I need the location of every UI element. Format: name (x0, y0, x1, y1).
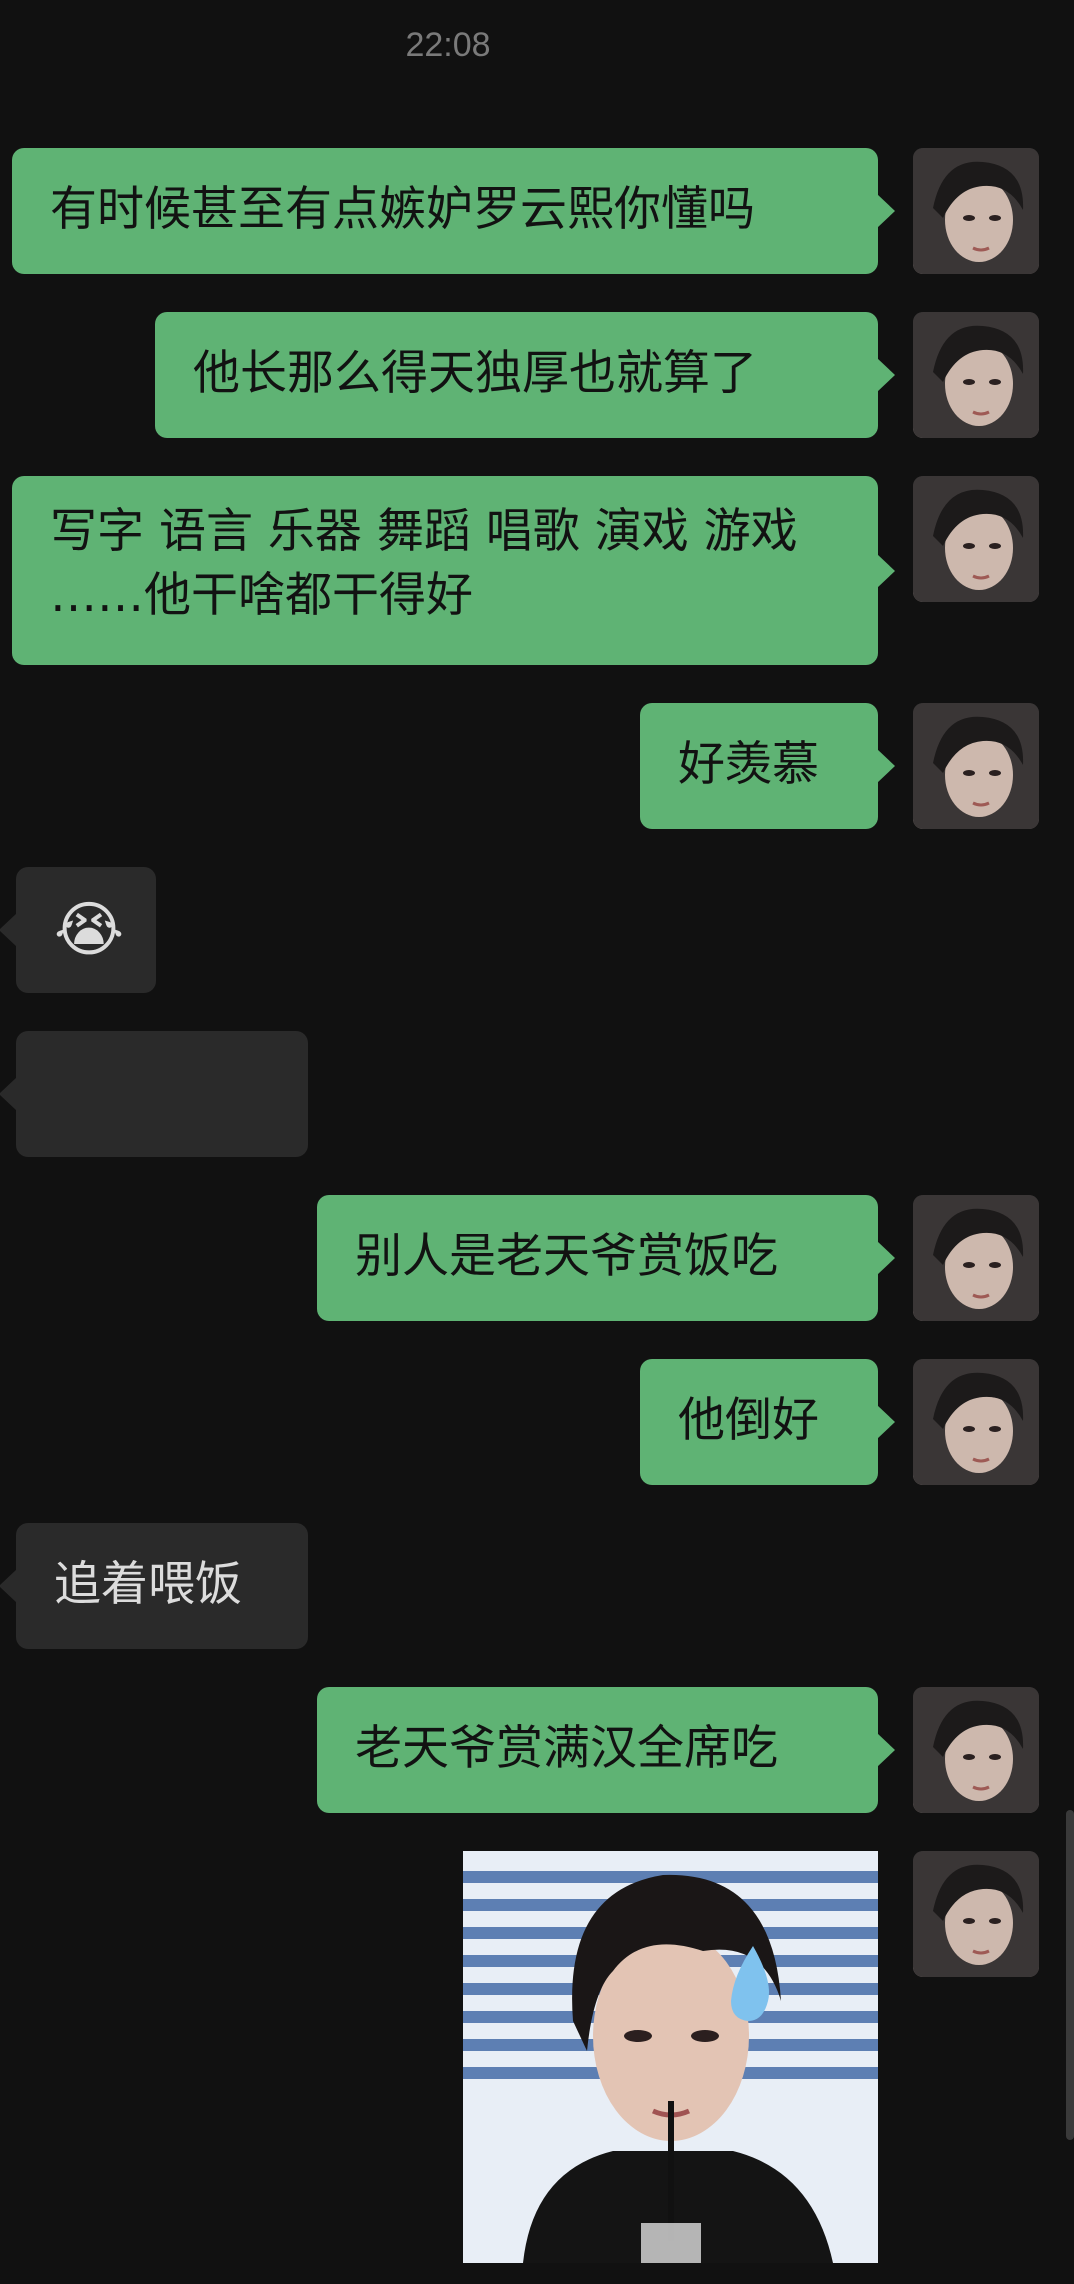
avatar-icon (913, 1359, 1039, 1485)
avatar-icon (913, 148, 1039, 274)
avatar-icon (913, 703, 1039, 829)
incoming-message-bubble[interactable]: 😭 (0, 867, 156, 993)
outgoing-message-bubble[interactable]: 写字 语言 乐器 舞蹈 唱歌 演戏 游戏 ……他干啥都干得好 (12, 476, 895, 665)
sender-avatar[interactable] (913, 1687, 1039, 1813)
sender-avatar[interactable] (913, 703, 1039, 829)
avatar-icon (913, 476, 1039, 602)
sender-avatar[interactable] (913, 476, 1039, 602)
outgoing-message-bubble[interactable]: 别人是老天爷赏饭吃 (317, 1195, 895, 1321)
outgoing-message-bubble[interactable]: 好羡慕 (640, 703, 895, 829)
avatar-icon (913, 1687, 1039, 1813)
crying-face-icon: 😭 (54, 895, 125, 965)
message-text: 他长那么得天独厚也就算了 (193, 346, 757, 401)
message-timestamp: 22:08 (405, 26, 491, 64)
avatar-icon (913, 312, 1039, 438)
sender-avatar[interactable] (913, 1359, 1039, 1485)
sender-avatar[interactable] (913, 148, 1039, 274)
message-text: 别人是老天爷赏饭吃 (355, 1229, 778, 1284)
message-text: 老天爷赏满汉全席吃 (355, 1721, 778, 1776)
outgoing-message-bubble[interactable]: 老天爷赏满汉全席吃 (317, 1687, 895, 1813)
incoming-message-bubble[interactable]: 追着喂饭 (0, 1523, 308, 1649)
image-message[interactable] (463, 1851, 878, 2263)
outgoing-message-bubble[interactable]: 他长那么得天独厚也就算了 (155, 312, 895, 438)
sender-avatar[interactable] (913, 1851, 1039, 1977)
sender-avatar[interactable] (913, 1195, 1039, 1321)
message-text: 他倒好 (678, 1393, 819, 1448)
message-text: 有时候甚至有点嫉妒罗云熙你懂吗 (50, 182, 755, 237)
message-text: 好羡慕 (678, 737, 819, 792)
sender-avatar[interactable] (913, 312, 1039, 438)
message-text: 追着喂饭 (54, 1557, 242, 1612)
message-text: 写字 语言 乐器 舞蹈 唱歌 演戏 游戏 ……他干啥都干得好 (50, 504, 798, 623)
incoming-message-bubble[interactable] (0, 1031, 308, 1157)
outgoing-message-bubble[interactable]: 他倒好 (640, 1359, 895, 1485)
avatar-icon (913, 1851, 1039, 1977)
avatar-icon (913, 1195, 1039, 1321)
portrait-photo-icon (463, 1851, 878, 2263)
outgoing-message-bubble[interactable]: 有时候甚至有点嫉妒罗云熙你懂吗 (12, 148, 895, 274)
scrollbar[interactable] (1066, 1810, 1074, 2140)
